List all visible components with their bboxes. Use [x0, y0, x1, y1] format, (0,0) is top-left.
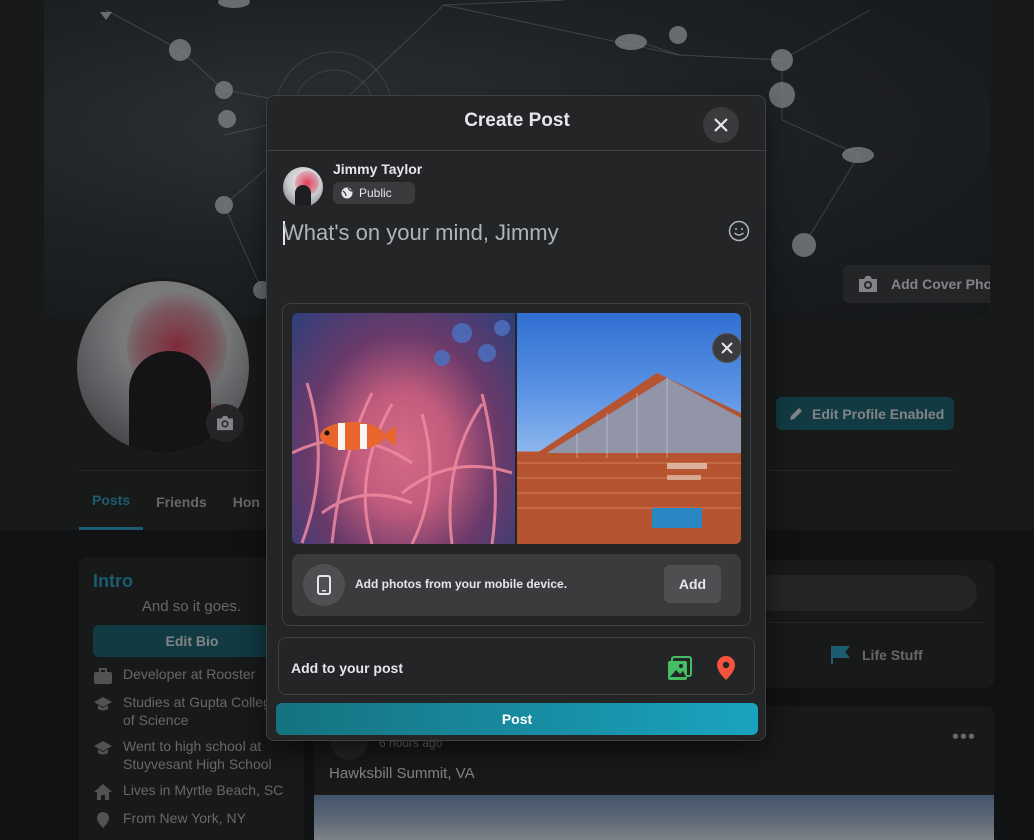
- modal-user-name: Jimmy Taylor: [333, 161, 423, 177]
- add-from-mobile-row: Add photos from your mobile device. Add: [292, 554, 741, 616]
- modal-header: Create Post: [267, 96, 767, 151]
- create-post-modal: Create Post Jimmy Taylor Public What's o…: [266, 95, 767, 741]
- emoji-icon[interactable]: [728, 220, 750, 242]
- close-icon: [721, 342, 733, 354]
- close-modal-button[interactable]: [703, 107, 739, 143]
- globe-icon: [341, 187, 353, 199]
- mobile-device-icon: [303, 564, 345, 606]
- privacy-selector[interactable]: Public: [333, 182, 415, 204]
- remove-media-button[interactable]: [712, 333, 741, 363]
- add-from-mobile-text: Add photos from your mobile device.: [355, 577, 568, 591]
- photo-video-icon[interactable]: [667, 655, 693, 681]
- post-text-input[interactable]: What's on your mind, Jimmy: [283, 220, 703, 250]
- add-from-mobile-button[interactable]: Add: [664, 565, 721, 603]
- post-text-placeholder: What's on your mind, Jimmy: [283, 220, 559, 245]
- privacy-label: Public: [359, 186, 392, 200]
- submit-post-button[interactable]: Post: [276, 703, 758, 735]
- add-to-post-label: Add to your post: [291, 660, 403, 676]
- close-icon: [714, 118, 728, 132]
- add-to-post-bar: Add to your post: [278, 637, 755, 695]
- location-pin-icon[interactable]: [715, 655, 737, 681]
- attached-media-box: Add photos from your mobile device. Add: [282, 303, 751, 626]
- attached-photo-clownfish[interactable]: [292, 313, 515, 544]
- modal-user-avatar: [283, 167, 323, 207]
- attached-photo-aquarium[interactable]: [517, 313, 741, 544]
- modal-title: Create Post: [464, 110, 570, 131]
- attached-photo-grid: [292, 313, 741, 544]
